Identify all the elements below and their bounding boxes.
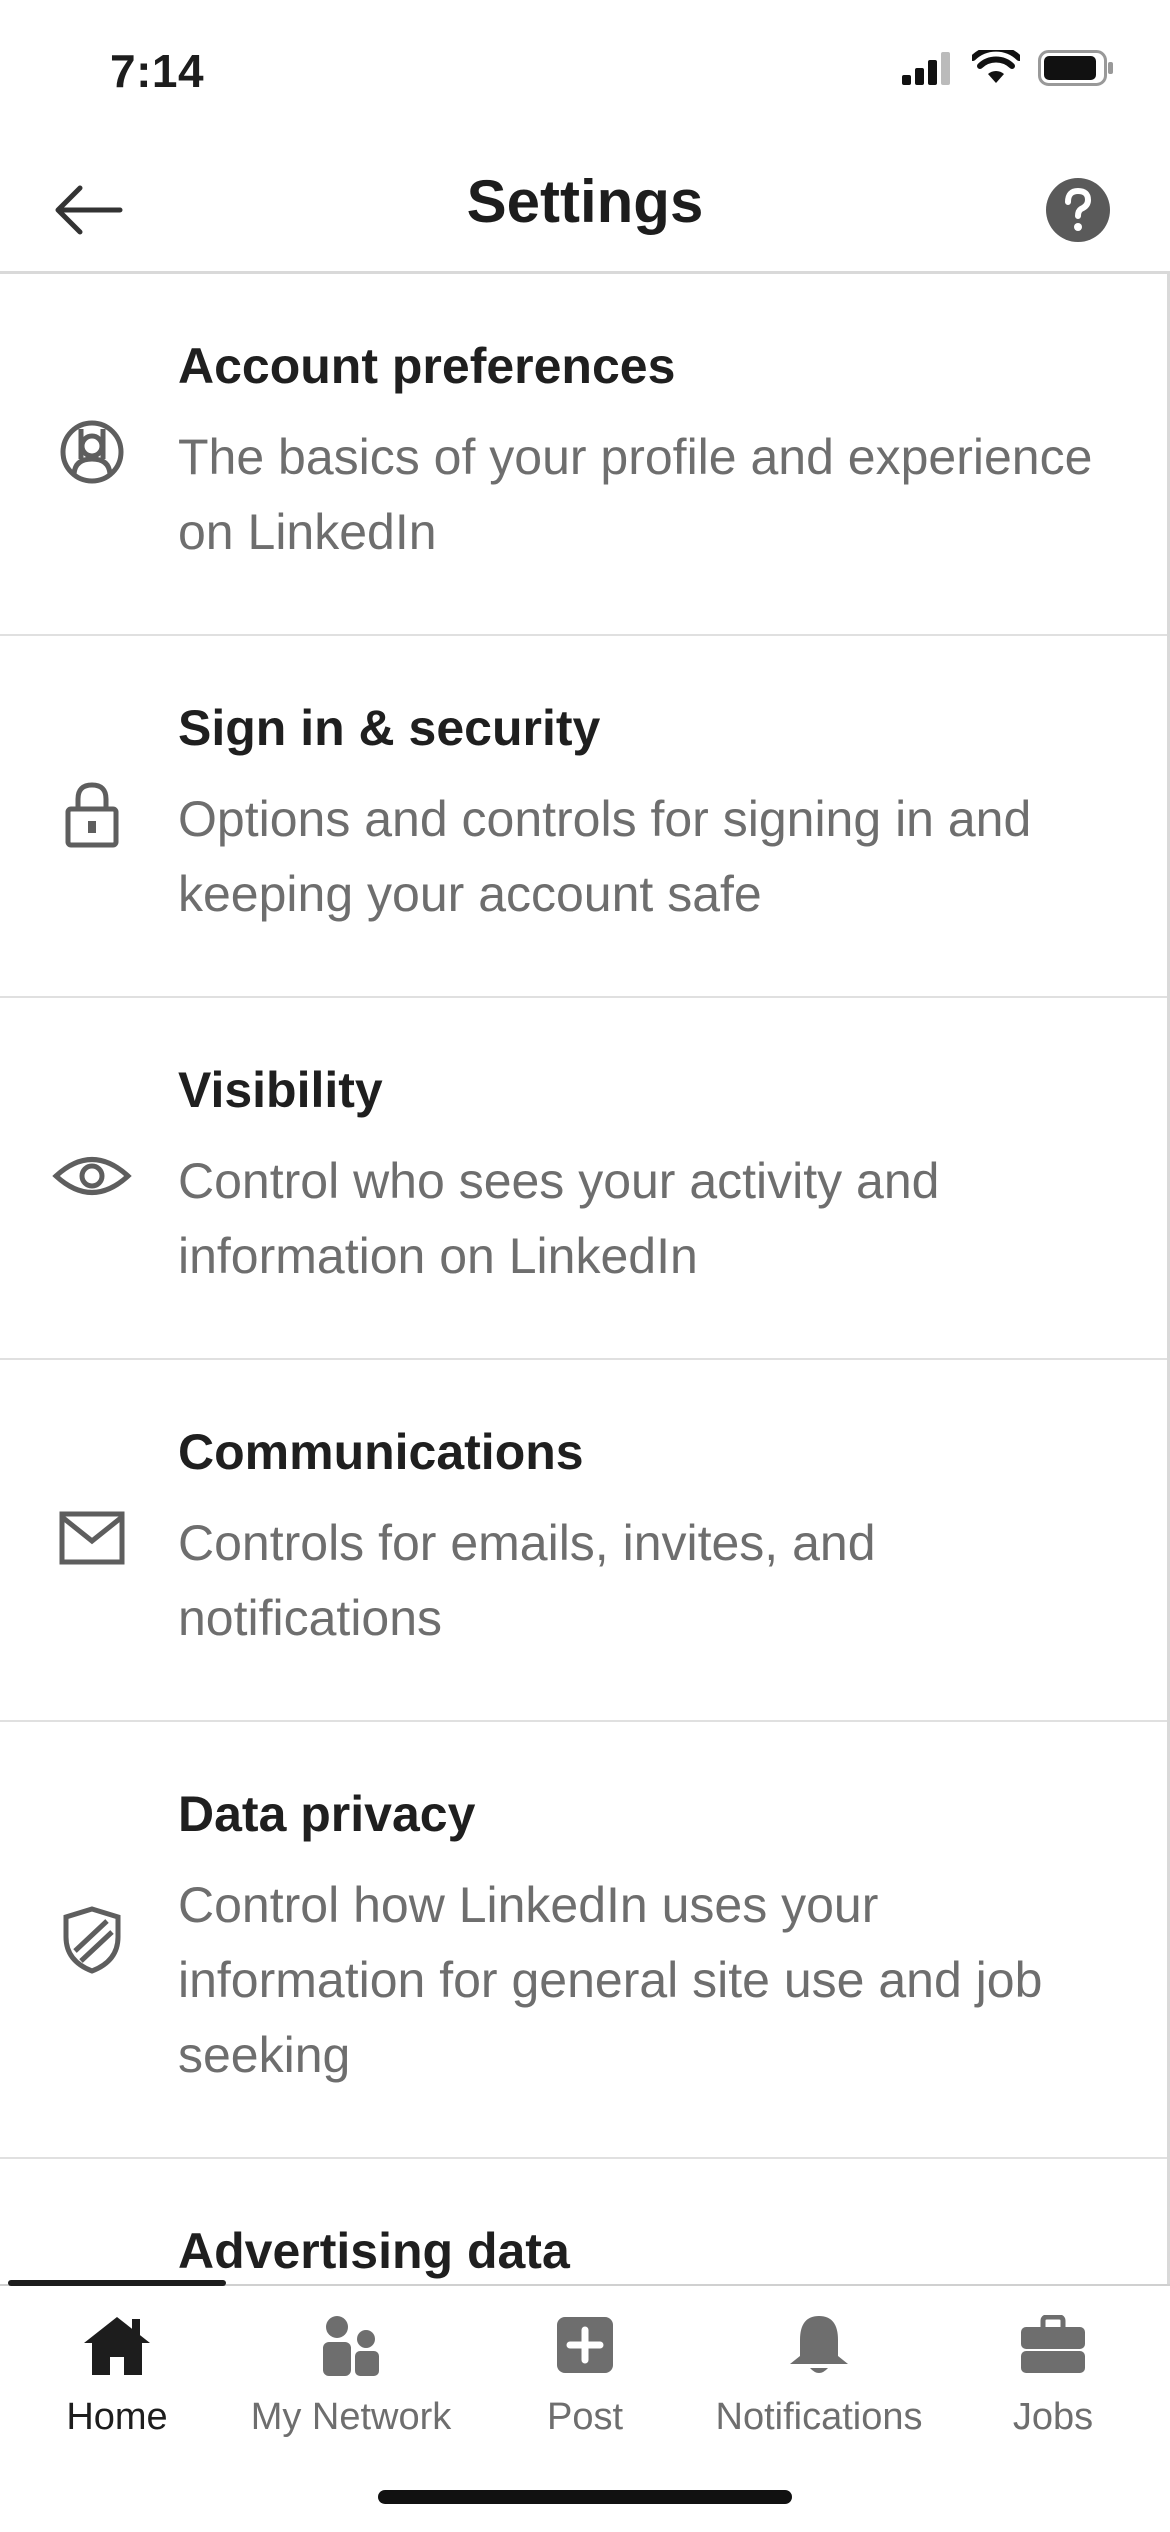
nav-item-post[interactable]: Post — [468, 2300, 702, 2439]
page-title: Settings — [466, 168, 704, 235]
status-bar: 7:14 — [0, 0, 1170, 150]
item-title: Visibility — [178, 1062, 383, 1118]
shield-icon — [50, 1898, 134, 1982]
battery-icon — [1038, 50, 1114, 91]
nav-label: Post — [546, 2396, 624, 2438]
nav-label: Jobs — [1012, 2396, 1094, 2438]
home-indicator — [378, 2490, 792, 2504]
settings-item-account-preferences[interactable]: Account preferences The basics of your p… — [0, 274, 1167, 636]
bell-icon — [702, 2300, 936, 2390]
item-description: Controls for emails, invites, and notifi… — [178, 1515, 876, 1646]
item-description: Options and controls for signing in and … — [178, 791, 1032, 922]
account-icon — [50, 410, 134, 494]
nav-label: Notifications — [715, 2396, 923, 2438]
item-title: Sign in & security — [178, 700, 601, 756]
envelope-icon — [50, 1496, 134, 1580]
settings-item-visibility[interactable]: Visibility Control who sees your activit… — [0, 998, 1167, 1360]
settings-item-advertising-data[interactable]: Advertising data — [0, 2159, 1167, 2284]
active-tab-indicator — [8, 2280, 226, 2286]
item-title: Data privacy — [178, 1786, 476, 1842]
settings-item-data-privacy[interactable]: Data privacy Control how LinkedIn uses y… — [0, 1722, 1167, 2159]
nav-item-jobs[interactable]: Jobs — [936, 2300, 1170, 2439]
cellular-signal-icon — [902, 51, 954, 90]
item-title: Advertising data — [178, 2223, 570, 2279]
network-icon — [234, 2300, 468, 2390]
status-time: 7:14 — [110, 45, 205, 97]
header: Settings — [0, 150, 1170, 274]
eye-icon — [50, 1134, 134, 1218]
nav-item-home[interactable]: Home — [0, 2300, 234, 2439]
item-description: Control how LinkedIn uses your informati… — [178, 1877, 1043, 2083]
nav-label: My Network — [250, 2396, 452, 2438]
wifi-icon — [970, 45, 1022, 91]
settings-list: Account preferences The basics of your p… — [0, 274, 1170, 2284]
help-icon — [1045, 177, 1111, 248]
briefcase-icon — [936, 2300, 1170, 2390]
nav-item-my-network[interactable]: My Network — [234, 2300, 468, 2439]
item-title: Communications — [178, 1424, 584, 1480]
status-icons — [902, 45, 1114, 91]
post-icon — [468, 2300, 702, 2390]
nav-item-notifications[interactable]: Notifications — [702, 2300, 936, 2439]
item-title: Account preferences — [178, 338, 676, 394]
item-description: The basics of your profile and experienc… — [178, 429, 1093, 560]
nav-label: Home — [66, 2396, 168, 2438]
settings-item-communications[interactable]: Communications Controls for emails, invi… — [0, 1360, 1167, 1722]
item-description: Control who sees your activity and infor… — [178, 1153, 940, 1284]
lock-icon — [50, 772, 134, 856]
help-button[interactable] — [1038, 172, 1118, 252]
settings-item-sign-in-security[interactable]: Sign in & security Options and controls … — [0, 636, 1167, 998]
home-icon — [0, 2300, 234, 2390]
